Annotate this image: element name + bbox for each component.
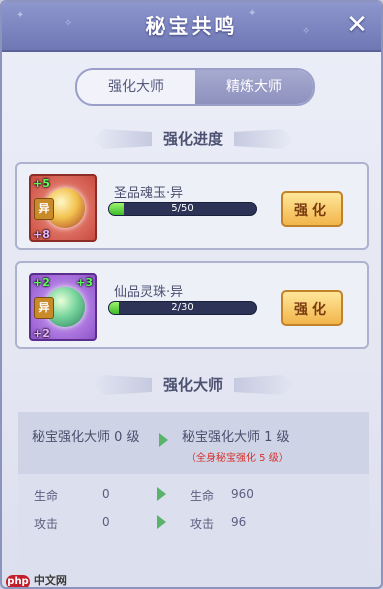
- item-name: 圣品魂玉·异: [114, 186, 184, 201]
- stat-next-value-atk: 96: [231, 515, 247, 529]
- master-info-box: 秘宝强化大师 0 级 秘宝强化大师 1 级 （全身秘宝强化 5 级） 生命 0 …: [18, 412, 369, 580]
- stat-label-atk: 攻击: [34, 517, 59, 531]
- progress-bar: 5/50: [108, 202, 257, 216]
- arrow-right-icon: [157, 515, 166, 529]
- soul-jade-icon[interactable]: 异 +5 +8: [29, 174, 97, 242]
- progress-section-title: 强化进度: [98, 126, 288, 152]
- close-icon[interactable]: ✕: [343, 12, 371, 40]
- progress-text: 2/30: [171, 302, 194, 313]
- stat-next-label-atk: 攻击: [190, 517, 215, 531]
- item-name: 仙品灵珠·异: [114, 285, 184, 300]
- stat-next-label-hp: 生命: [190, 489, 215, 503]
- enhance-button[interactable]: 强化: [281, 191, 343, 227]
- level-purple: +8: [33, 228, 50, 241]
- resonance-panel: ✦ ✧ ✦ ✧ 秘宝共鸣 ✕ 强化大师 精炼大师 强化进度 异 +5 +8 圣品…: [0, 0, 383, 589]
- master-requirement: （全身秘宝强化 5 级）: [186, 453, 289, 464]
- master-section-title: 强化大师: [98, 372, 288, 398]
- next-master-level: 秘宝强化大师 1 级: [182, 430, 290, 445]
- tab-bar: 强化大师 精炼大师: [75, 68, 315, 106]
- arrow-right-icon: [157, 487, 166, 501]
- level-green: +2: [33, 276, 50, 289]
- php-logo: php: [6, 575, 30, 587]
- arrow-right-icon: [159, 433, 168, 447]
- stat-value-atk: 0: [102, 515, 110, 529]
- stat-value-hp: 0: [102, 487, 110, 501]
- tab-refine-master[interactable]: 精炼大师: [195, 70, 313, 104]
- window-title: 秘宝共鸣: [145, 14, 238, 38]
- progress-text: 5/50: [171, 203, 194, 214]
- stat-label-hp: 生命: [34, 489, 59, 503]
- watermark-text: 中文网: [33, 574, 67, 587]
- level-green-right: +3: [76, 276, 93, 289]
- watermark: php 中文网: [6, 572, 67, 587]
- stat-next-value-hp: 960: [231, 487, 254, 501]
- treasure-item: 异 +2 +3 +2 仙品灵珠·异 2/30 强化: [15, 261, 369, 349]
- level-green: +5: [33, 177, 50, 190]
- variant-badge: 异: [34, 198, 54, 220]
- enhance-button[interactable]: 强化: [281, 290, 343, 326]
- tab-enhance-master[interactable]: 强化大师: [77, 70, 195, 104]
- current-master-level: 秘宝强化大师 0 级: [32, 430, 140, 445]
- spirit-pearl-icon[interactable]: 异 +2 +3 +2: [29, 273, 97, 341]
- progress-bar: 2/30: [108, 301, 257, 315]
- variant-badge: 异: [34, 297, 54, 319]
- level-purple: +2: [33, 327, 50, 340]
- treasure-item: 异 +5 +8 圣品魂玉·异 5/50 强化: [15, 162, 369, 250]
